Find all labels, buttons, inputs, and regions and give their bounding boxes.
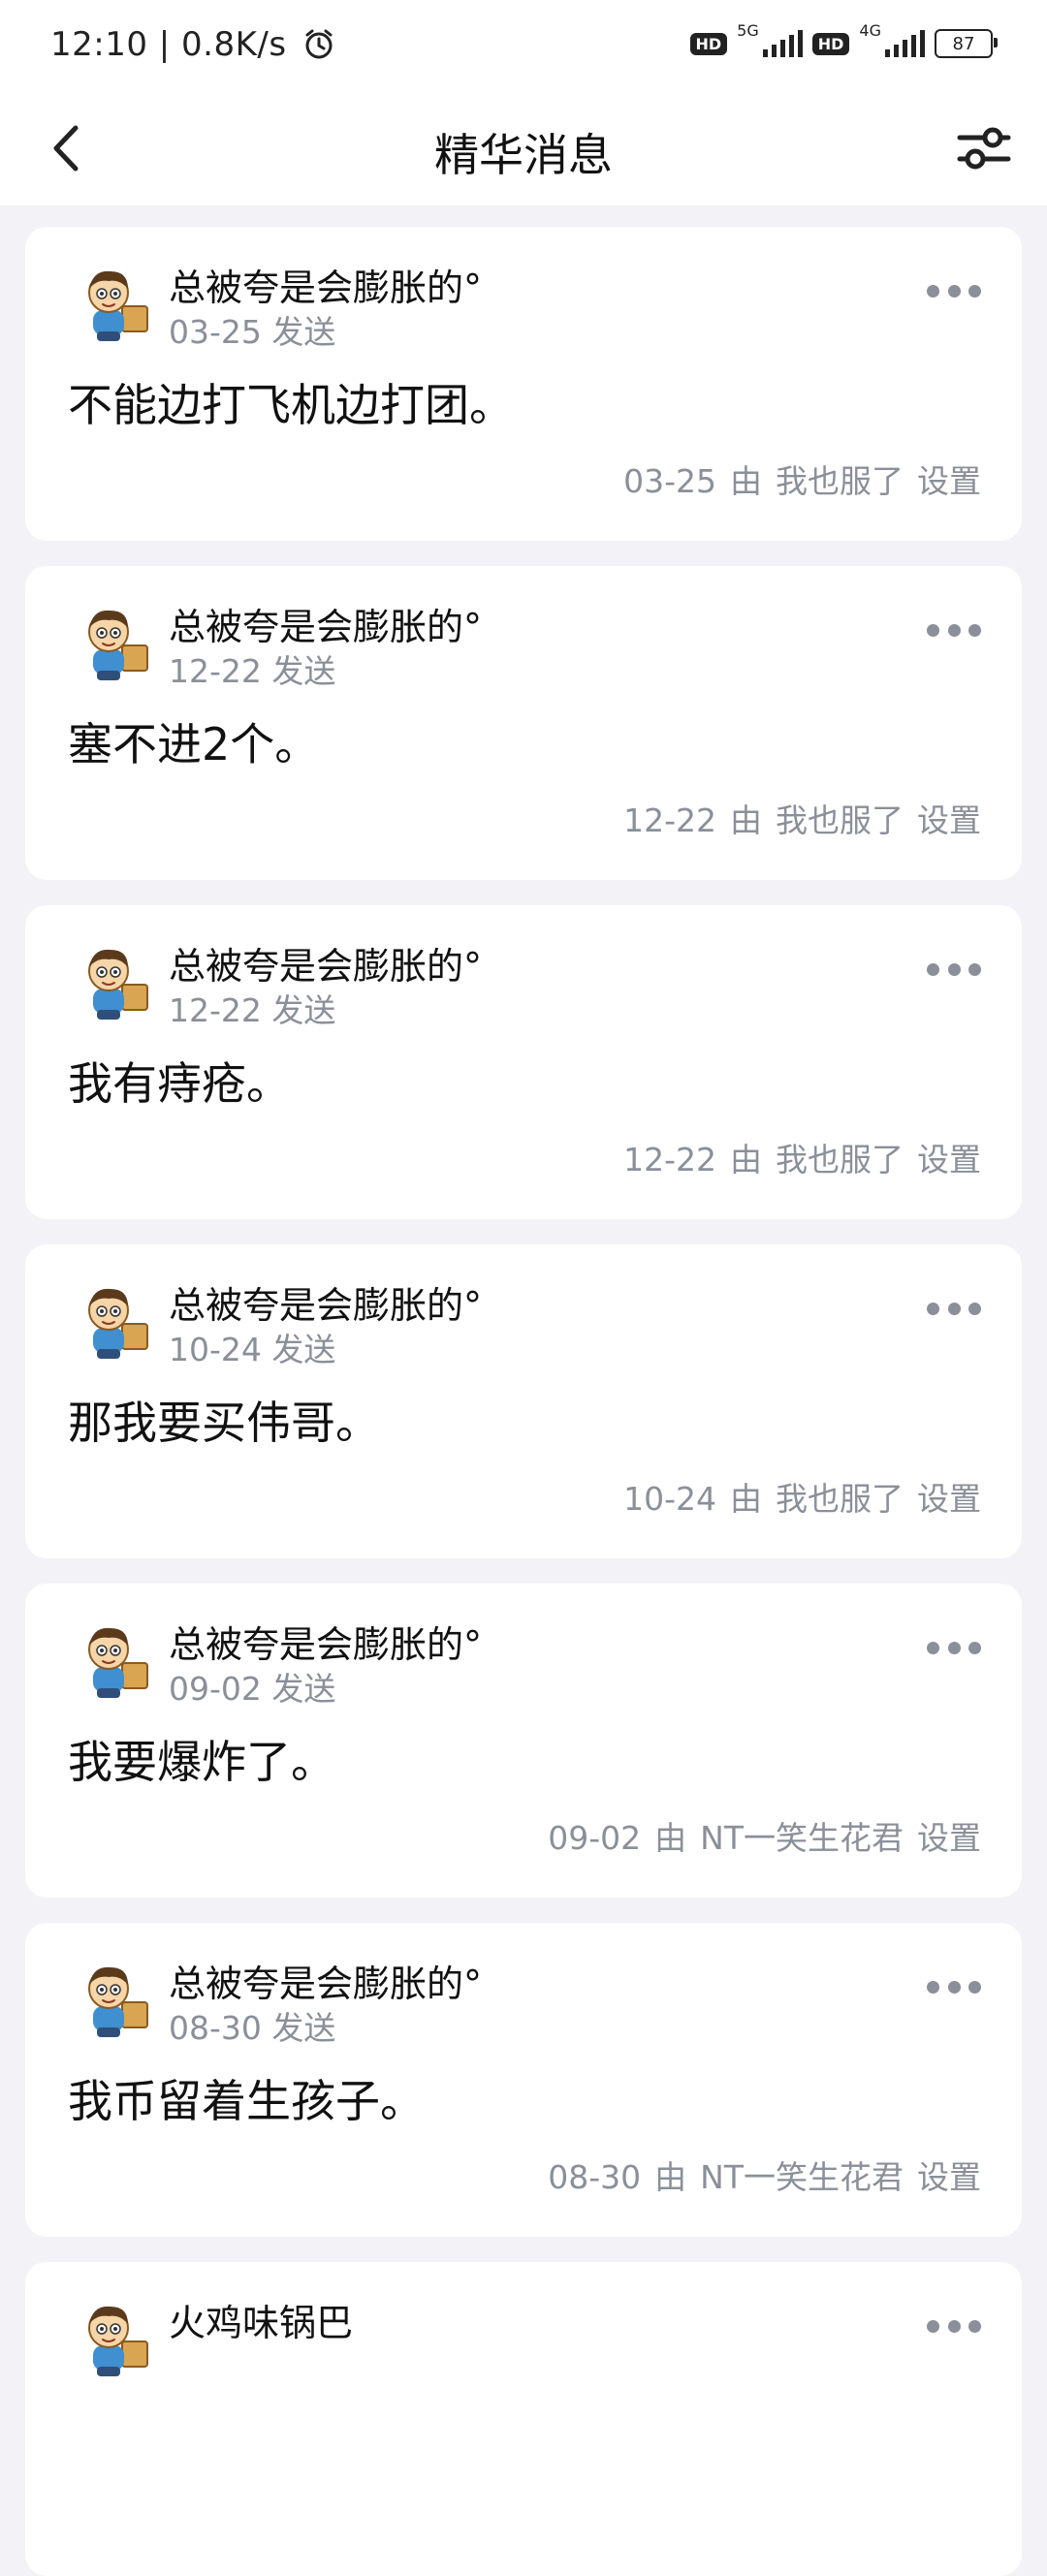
sender-name[interactable]: 总被夸是会膨胀的°	[169, 1275, 482, 1329]
set-by-user[interactable]: NT一笑生花君	[700, 1819, 904, 1857]
message-card[interactable]: 总被夸是会膨胀的° 03-25 发送 不能边打飞机边打团。 03-25 由我也服了…	[25, 227, 1022, 541]
sliders-icon	[957, 127, 1011, 170]
status-time: 12:10 | 0.8K/s	[50, 25, 287, 64]
set-date: 03-25	[623, 462, 716, 500]
set-by-info: 12-22 由我也服了 设置	[623, 795, 981, 841]
set-by-info: 03-25 由我也服了 设置	[623, 456, 981, 502]
sender-name[interactable]: 总被夸是会膨胀的°	[169, 258, 482, 311]
set-by-info	[940, 2491, 981, 2529]
avatar[interactable]	[72, 1620, 155, 1704]
status-time-speed: 12:10 | 0.8K/s	[50, 25, 336, 70]
hd-badge: HD	[689, 32, 728, 55]
status-bar: 12:10 | 0.8K/s HD 5G HD 4G 87	[0, 0, 1047, 93]
battery-level: 87	[952, 33, 975, 54]
message-text: 不能边打飞机边打团。	[68, 379, 514, 431]
filter-settings-button[interactable]	[950, 114, 1018, 182]
cartoon-boy-avatar-icon	[88, 1966, 148, 2037]
set-action: 设置	[917, 1480, 981, 1518]
set-action: 设置	[917, 801, 981, 839]
set-by-info: 12-22 由我也服了 设置	[623, 1134, 981, 1180]
status-icons: HD 5G HD 4G 87	[689, 21, 998, 58]
more-options-button[interactable]	[927, 622, 981, 638]
message-card[interactable]: 火鸡味锅巴	[25, 2262, 1022, 2576]
avatar[interactable]	[72, 1281, 155, 1365]
set-by-label: 由	[730, 1480, 762, 1518]
set-action: 设置	[917, 2158, 981, 2196]
message-card[interactable]: 总被夸是会膨胀的° 12-22 发送 我有痔疮。 12-22 由我也服了 设置	[25, 905, 1022, 1219]
set-action: 设置	[917, 462, 981, 500]
message-card[interactable]: 总被夸是会膨胀的° 08-30 发送 我币留着生孩子。 08-30 由 NT一笑生花…	[25, 1923, 1022, 2237]
set-by-user[interactable]: 我也服了	[776, 462, 904, 500]
sent-date: 12-22 发送	[169, 991, 336, 1029]
set-action: 设置	[917, 1819, 981, 1857]
cartoon-boy-avatar-icon	[88, 949, 148, 1020]
more-options-button[interactable]	[927, 2318, 981, 2334]
signal-bars-icon	[885, 30, 925, 57]
more-options-button[interactable]	[927, 1301, 981, 1316]
sent-date: 12-22 发送	[169, 652, 336, 690]
set-by-label: 由	[730, 462, 762, 500]
alarm-clock-icon	[301, 26, 336, 70]
sent-date: 03-25 发送	[169, 313, 336, 351]
set-by-info: 10-24 由我也服了 设置	[623, 1473, 981, 1520]
sender-name[interactable]: 总被夸是会膨胀的°	[169, 936, 482, 990]
cartoon-boy-avatar-icon	[88, 1627, 148, 1698]
message-card[interactable]: 总被夸是会膨胀的° 09-02 发送 我要爆炸了。 09-02 由 NT一笑生花君设…	[25, 1584, 1022, 1898]
set-by-user[interactable]: 我也服了	[776, 801, 904, 839]
set-action: 设置	[917, 1141, 981, 1178]
set-by-label: 由	[654, 2158, 687, 2196]
message-text: 我币留着生孩子。	[68, 2075, 425, 2127]
set-by-info: 09-02 由 NT一笑生花君 设置	[548, 1812, 981, 1859]
avatar[interactable]	[72, 1960, 155, 2043]
message-text: 我有痔疮。	[68, 1057, 291, 1110]
hd-badge: HD	[811, 32, 850, 55]
sent-date: 08-30 发送	[169, 2009, 336, 2047]
avatar[interactable]	[72, 264, 155, 347]
set-by-label: 由	[730, 1141, 762, 1178]
page-title: 精华消息	[434, 129, 613, 181]
set-date: 12-22	[623, 801, 716, 839]
sent-date: 10-24 发送	[169, 1331, 336, 1368]
set-date: 09-02	[548, 1819, 642, 1857]
cartoon-boy-avatar-icon	[88, 2306, 148, 2376]
set-by-label: 由	[730, 801, 762, 839]
set-by-user[interactable]: 我也服了	[776, 1480, 904, 1518]
cartoon-boy-avatar-icon	[88, 270, 148, 341]
cartoon-boy-avatar-icon	[88, 610, 148, 680]
set-date: 12-22	[623, 1141, 716, 1178]
more-options-button[interactable]	[927, 283, 981, 298]
more-options-button[interactable]	[927, 1979, 981, 1995]
avatar[interactable]	[72, 603, 155, 686]
set-by-user[interactable]: 我也服了	[776, 1141, 904, 1178]
set-date: 08-30	[548, 2158, 642, 2196]
top-app-bar: 精华消息	[0, 93, 1047, 205]
message-card[interactable]: 总被夸是会膨胀的° 10-24 发送 那我要买伟哥。 10-24 由我也服了 设置	[25, 1244, 1022, 1558]
set-by-label: 由	[654, 1819, 687, 1857]
more-options-button[interactable]	[927, 961, 981, 977]
message-text: 那我要买伟哥。	[68, 1397, 380, 1449]
set-by-info: 08-30 由 NT一笑生花君 设置	[548, 2152, 981, 2198]
sender-name[interactable]: 总被夸是会膨胀的°	[169, 1615, 482, 1668]
network-type-label: 5G	[737, 20, 759, 40]
cartoon-boy-avatar-icon	[88, 1288, 148, 1359]
battery-icon: 87	[935, 29, 998, 58]
more-options-button[interactable]	[927, 1640, 981, 1655]
sender-name[interactable]: 火鸡味锅巴	[169, 2293, 353, 2346]
message-text: 塞不进2个。	[68, 718, 320, 770]
sent-date: 09-02 发送	[169, 1670, 336, 1708]
message-text: 我要爆炸了。	[68, 1736, 335, 1788]
sender-name[interactable]: 总被夸是会膨胀的°	[169, 1954, 482, 2007]
set-by-user[interactable]: NT一笑生花君	[700, 2158, 904, 2196]
avatar[interactable]	[72, 2299, 155, 2382]
set-date: 10-24	[623, 1480, 716, 1518]
sender-name[interactable]: 总被夸是会膨胀的°	[169, 597, 482, 650]
message-card[interactable]: 总被夸是会膨胀的° 12-22 发送 塞不进2个。 12-22 由我也服了 设置	[25, 566, 1022, 880]
signal-bars-icon	[762, 30, 803, 57]
network-type-label: 4G	[859, 20, 881, 40]
avatar[interactable]	[72, 942, 155, 1025]
